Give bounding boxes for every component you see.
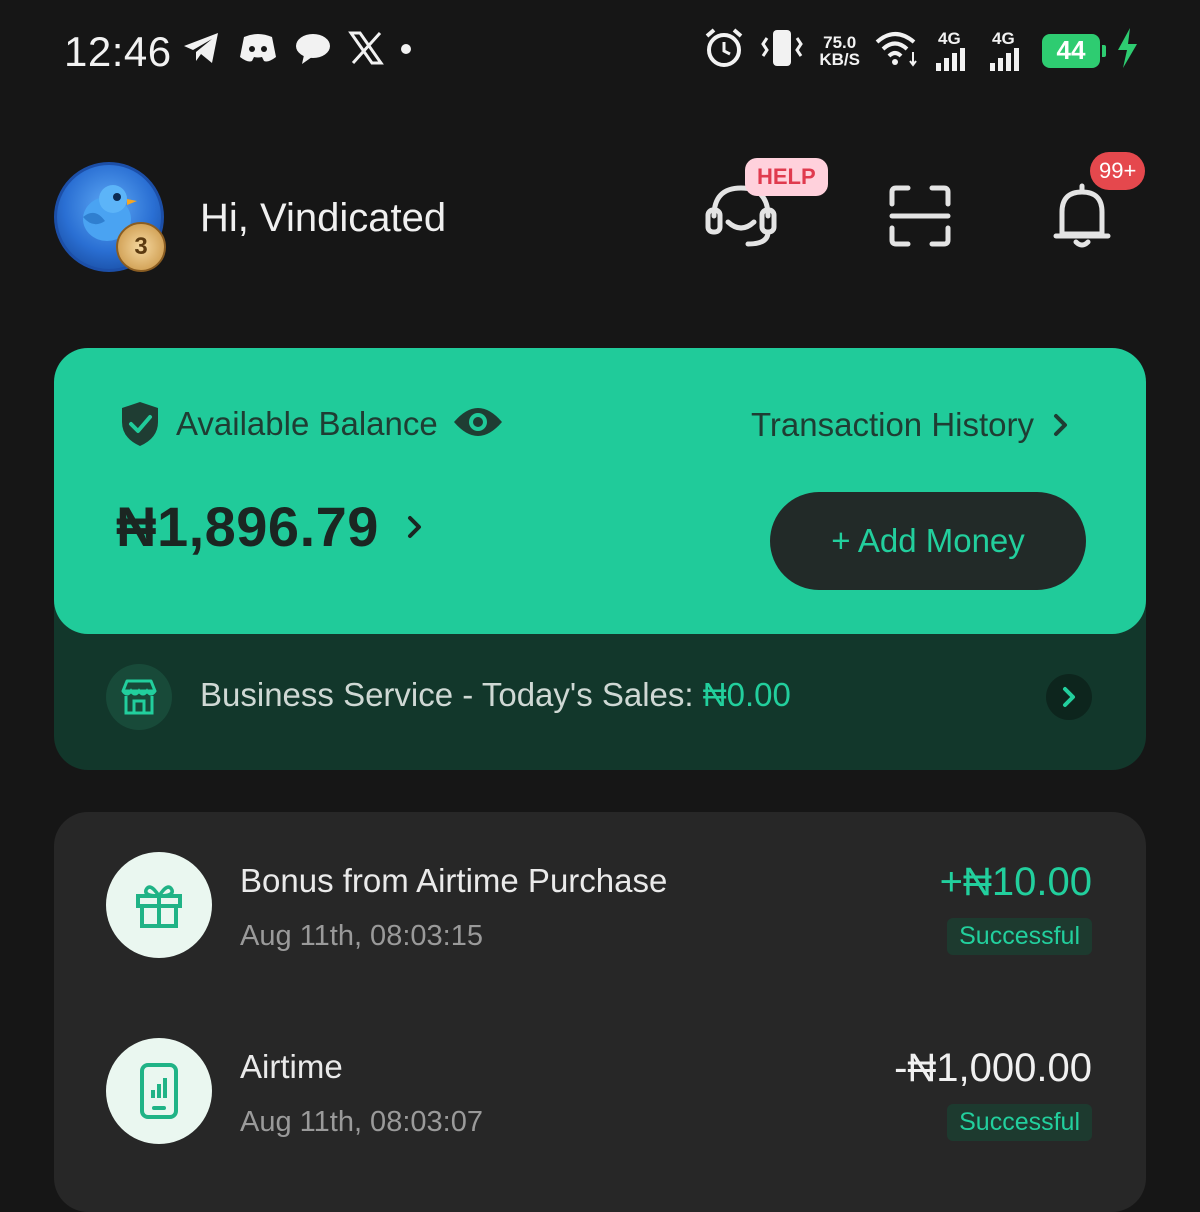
scan-button[interactable] [888,184,952,253]
wifi-icon [874,28,920,73]
vibrate-icon [759,28,805,73]
balance-label: Available Balance [176,405,438,442]
level-badge: 3 [116,222,166,272]
business-sales-amount: ₦0.00 [702,676,791,713]
transaction-status-badge: Successful [947,1104,1092,1141]
business-arrow-button[interactable] [1046,674,1092,720]
balance-amount: ₦1,896.79 [116,495,379,558]
store-icon [121,679,157,715]
transaction-date: Aug 11th, 08:03:15 [240,920,483,952]
add-money-button[interactable]: + Add Money [770,492,1086,590]
bell-icon [1053,183,1111,248]
phone-icon [140,1063,178,1119]
balance-card: Available Balance Transaction History ₦1… [54,348,1146,634]
gift-icon [136,885,182,928]
net-speed-unit: KB/S [819,49,860,69]
chevron-right-icon [1054,414,1067,436]
transaction-row[interactable]: Airtime Aug 11th, 08:03:07 -₦1,000.00 Su… [54,1038,1146,1158]
eye-icon [453,407,502,436]
phone-icon-wrap [106,1038,212,1144]
telegram-icon [182,30,222,71]
recent-transactions-card: Bonus from Airtime Purchase Aug 11th, 08… [54,812,1146,1212]
transaction-title: Airtime [240,1048,343,1085]
signal-icon [936,47,965,71]
greeting-text: Hi, Vindicated [200,196,447,240]
chat-bubble-icon [294,31,332,70]
transaction-amount: +₦10.00 [939,860,1092,904]
status-left-icons [182,30,412,71]
net-speed-value: 75.0 [823,32,857,52]
battery-indicator: 44 [1042,33,1106,68]
transaction-history-label: Transaction History [750,406,1034,443]
transaction-history-link[interactable]: Transaction History [751,406,1070,444]
sim2-label: 4G [992,28,1015,48]
signal-icon [990,47,1019,71]
transaction-status-badge: Successful [947,918,1092,955]
transaction-title: Bonus from Airtime Purchase [240,862,668,899]
visibility-toggle[interactable] [452,402,504,447]
x-icon [348,31,384,70]
shield-check-icon [122,402,158,446]
discord-icon [238,31,278,70]
business-sales-label: Business Service - Today's Sales: [200,676,703,713]
status-time: 12:46 [64,28,172,75]
status-bar: 12:46 75.0 KB/S 4G 4G 44 [0,0,1200,105]
store-icon-wrap [106,664,172,730]
sim2-signal: 4G [988,28,1028,71]
scan-icon [889,185,951,247]
balance-label-row: Available Balance [118,400,504,448]
notification-count-badge: 99+ [1090,152,1146,190]
transaction-date: Aug 11th, 08:03:07 [240,1106,483,1138]
help-badge: HELP [745,158,828,196]
notifications-button[interactable] [1052,180,1112,255]
chevron-right-icon [1063,687,1075,707]
sim1-signal: 4G [934,28,974,71]
chevron-right-icon [407,515,421,538]
sim1-label: 4G [938,28,961,48]
business-sales-text: Business Service - Today's Sales: ₦0.00 [200,676,791,714]
transaction-row[interactable]: Bonus from Airtime Purchase Aug 11th, 08… [54,852,1146,972]
status-right-icons: 75.0 KB/S 4G 4G 44 [703,26,1140,75]
charging-icon [1114,26,1140,75]
transaction-amount: -₦1,000.00 [894,1046,1092,1090]
balance-amount-row[interactable]: ₦1,896.79 [116,494,425,559]
dot-icon [400,42,412,60]
network-speed: 75.0 KB/S [819,34,860,68]
alarm-icon [703,27,745,74]
home-header: 3 Hi, Vindicated HELP 99+ [0,140,1200,290]
gift-icon-wrap [106,852,212,958]
